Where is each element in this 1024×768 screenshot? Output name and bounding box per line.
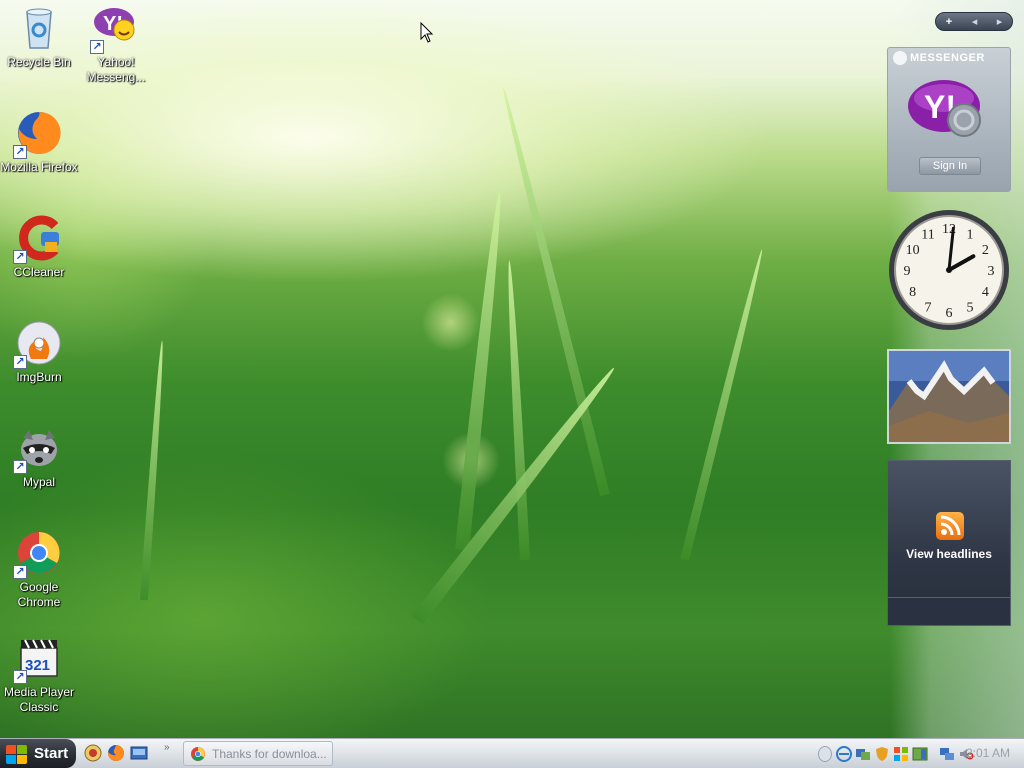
media-player-classic-icon: 321 ↗ [13,634,63,684]
clock-gadget[interactable]: 12 1 2 3 4 5 6 7 8 9 10 11 [887,208,1011,332]
shortcut-arrow-icon: ↗ [13,565,27,579]
shortcut-arrow-icon: ↗ [13,460,27,474]
desktop-icon-label: ImgBurn [16,370,62,384]
chrome-icon [190,746,206,762]
firefox-icon: ↗ [13,109,63,159]
yahoo-logo-icon: Y! [904,74,996,144]
feed-headlines-gadget[interactable]: View headlines [887,460,1011,626]
desktop-icon-label: Media Player Classic [3,685,75,714]
quicklaunch-firefox-icon[interactable] [107,744,125,762]
taskbar-button-chrome[interactable]: Thanks for downloa... [183,741,333,766]
shortcut-arrow-icon: ↗ [13,145,27,159]
clock-number: 1 [967,228,974,243]
gadget-title: MESSENGER [910,52,985,64]
shortcut-arrow-icon: ↗ [13,670,27,684]
clock-number: 11 [921,228,934,243]
yahoo-small-icon [893,51,907,65]
system-tray: 2:01 AM [814,739,1024,768]
view-headlines-link[interactable]: View headlines [888,547,1010,561]
imgburn-icon: ↗ [13,319,63,369]
desktop-icon-label: Google Chrome [17,580,61,609]
yahoo-messenger-icon: Y! ↗ [90,4,140,54]
desktop-icon-label: Mypal [22,475,55,489]
sidebar-controls: + ◂ ▸ [935,12,1013,31]
add-gadget-button[interactable]: + [946,16,952,28]
desktop-icon-media-player-classic[interactable]: 321 ↗ Media Player Classic [0,634,78,715]
clock-number: 7 [925,300,932,315]
network-tray-icon[interactable] [855,746,871,762]
feed-footer-bar [888,597,1010,625]
desktop-icon-label: CCleaner [13,265,65,279]
shortcut-arrow-icon: ↗ [13,250,27,264]
gadget-header: MESSENGER [888,48,1010,68]
internet-explorer-tray-icon[interactable] [836,745,852,762]
desktop-icon-chrome[interactable]: ↗ Google Chrome [0,529,78,610]
shortcut-arrow-icon: ↗ [13,355,27,369]
clock-number: 2 [982,243,989,258]
slideshow-gadget[interactable] [887,349,1011,444]
desktop-icon-imgburn[interactable]: ↗ ImgBurn [0,319,78,385]
next-gadgets-button[interactable]: ▸ [997,15,1003,28]
desktop-icon-ccleaner[interactable]: ↗ CCleaner [0,214,78,280]
sidebar-tray-icon[interactable] [912,746,928,762]
quicklaunch-overflow-icon[interactable]: » [164,742,170,753]
quicklaunch-show-desktop-icon[interactable] [84,744,102,762]
yahoo-messenger-gadget[interactable]: MESSENGER Y! Sign In [887,47,1011,192]
svg-text:321: 321 [25,657,50,674]
sign-in-button[interactable]: Sign In [919,157,981,175]
quicklaunch-switch-windows-icon[interactable] [130,744,148,762]
clock-number: 10 [906,243,920,258]
previous-gadgets-button[interactable]: ◂ [972,15,978,28]
security-shield-tray-icon[interactable] [874,746,890,762]
taskbar-button-label: Thanks for downloa... [212,746,327,761]
start-label: Start [34,745,69,762]
taskbar-clock[interactable]: 2:01 AM [966,746,1010,760]
windows-logo-icon [4,743,28,765]
taskbar: Start » Thanks for downloa... 2:01 AM [0,738,1024,768]
desktop-icon-yahoo-messenger[interactable]: Y! ↗ Yahoo! Messeng... [77,4,155,85]
clock-number: 3 [988,264,995,279]
shortcut-arrow-icon: ↗ [90,40,104,54]
desktop-icon-recycle-bin[interactable]: Recycle Bin [0,4,78,70]
recycle-bin-icon [15,4,63,52]
clock-number: 8 [909,285,916,300]
chrome-icon: ↗ [13,529,63,579]
desktop-icon-label: Mozilla Firefox [0,160,78,174]
clock-number: 4 [982,285,989,300]
mouse-cursor-icon [420,22,434,43]
windows-update-tray-icon[interactable] [893,746,909,762]
clock-number: 5 [967,300,974,315]
desktop-icon-label: Recycle Bin [7,55,71,69]
clock-number: 9 [904,264,911,279]
ccleaner-icon: ↗ [13,214,63,264]
mypal-icon: ↗ [13,424,63,474]
desktop-icon-label: Yahoo! Messeng... [86,55,146,84]
desktop-icon-firefox[interactable]: ↗ Mozilla Firefox [0,109,78,175]
rss-feed-icon [936,512,964,540]
clock-number: 6 [946,306,953,321]
desktop-icon-mypal[interactable]: ↗ Mypal [0,424,78,490]
analog-clock: 12 1234567891011 [889,210,1009,330]
windows-sidebar: + ◂ ▸ MESSENGER Y! Sign In 12 1 2 3 4 5 6 7 8 9 10… [887,0,1024,738]
start-button[interactable]: Start [0,739,76,768]
mountain-photo [889,351,1009,442]
tray-expand-icon[interactable] [818,745,832,762]
network-connection-tray-icon[interactable] [939,746,955,762]
